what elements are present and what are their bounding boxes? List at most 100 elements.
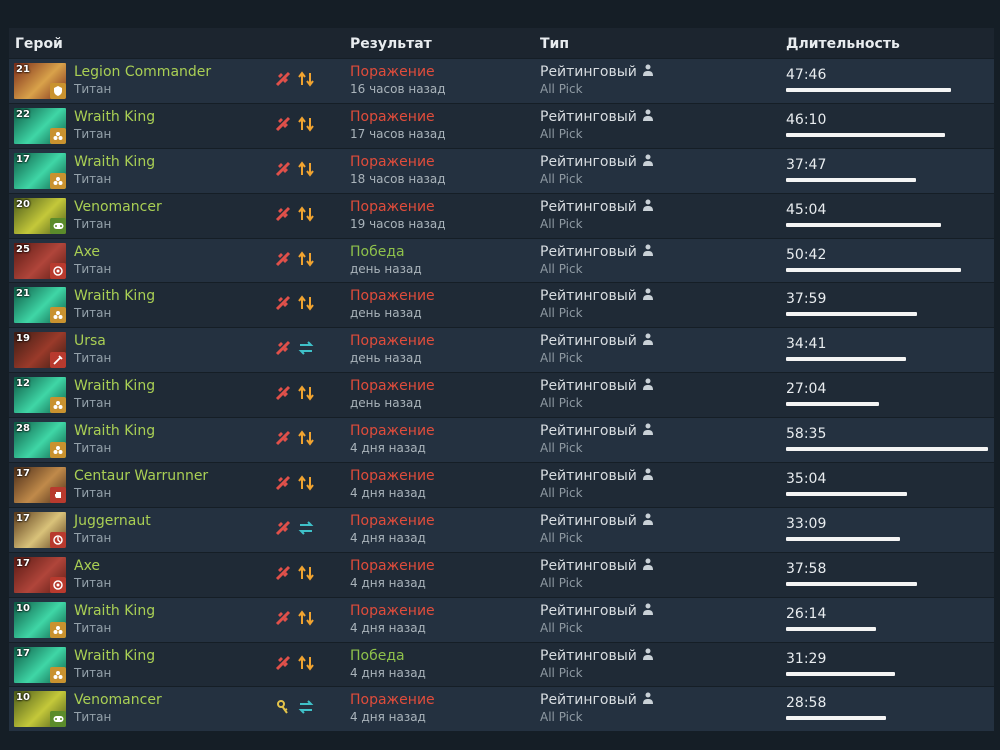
match-row[interactable]: 21 Wraith King Титан Поражение день наза… xyxy=(9,282,994,328)
match-icons xyxy=(275,206,314,222)
match-result-link[interactable]: Поражение xyxy=(350,378,435,394)
hero-portrait[interactable]: 17 xyxy=(14,152,66,189)
match-time: день назад xyxy=(350,261,422,276)
match-row[interactable]: 28 Wraith King Титан Поражение 4 дня наз… xyxy=(9,417,994,463)
match-result-link[interactable]: Поражение xyxy=(350,423,435,439)
match-duration: 47:46 xyxy=(786,67,827,83)
match-row[interactable]: 17 Juggernaut Титан Поражение 4 дня наза… xyxy=(9,506,994,552)
support-icon xyxy=(50,621,66,638)
match-result-link[interactable]: Поражение xyxy=(350,333,435,349)
hero-rank: Титан xyxy=(74,441,112,456)
header-hero[interactable]: Герой xyxy=(15,36,63,52)
match-result-link[interactable]: Поражение xyxy=(350,468,435,484)
hero-name-link[interactable]: Wraith King xyxy=(74,603,155,619)
match-result-link[interactable]: Поражение xyxy=(350,109,435,125)
party-icon xyxy=(275,610,291,626)
hero-name-link[interactable]: Venomancer xyxy=(74,692,162,708)
target-icon xyxy=(50,576,66,593)
match-type: Рейтинговый xyxy=(540,154,653,170)
match-icons xyxy=(275,116,314,132)
hero-portrait[interactable]: 17 xyxy=(14,511,66,548)
hero-level: 17 xyxy=(16,557,30,569)
hero-level: 12 xyxy=(16,378,30,390)
header-duration[interactable]: Длительность xyxy=(786,36,900,52)
hero-portrait[interactable]: 17 xyxy=(14,556,66,593)
cycle-arrows-icon xyxy=(297,699,314,715)
match-result-link[interactable]: Поражение xyxy=(350,603,435,619)
match-icons xyxy=(275,699,314,715)
hero-rank: Титан xyxy=(74,530,112,545)
hero-portrait[interactable]: 12 xyxy=(14,377,66,414)
hero-name-link[interactable]: Axe xyxy=(74,558,100,574)
header-type[interactable]: Тип xyxy=(540,36,569,52)
match-history-panel: Герой Результат Тип Длительность 21 Legi… xyxy=(9,28,994,732)
match-icons xyxy=(275,654,314,671)
match-time: 4 дня назад xyxy=(350,486,426,501)
duration-bar xyxy=(786,267,961,272)
hero-portrait[interactable]: 20 xyxy=(14,197,66,234)
hero-name-link[interactable]: Wraith King xyxy=(74,288,155,304)
party-icon xyxy=(275,520,291,536)
match-row[interactable]: 17 Axe Титан Поражение 4 дня назад Рейти… xyxy=(9,551,994,597)
hero-name-link[interactable]: Centaur Warrunner xyxy=(74,468,208,484)
swap-arrows-icon xyxy=(297,385,314,401)
match-type: Рейтинговый xyxy=(540,64,653,80)
hero-rank: Титан xyxy=(74,665,112,680)
hero-portrait[interactable]: 25 xyxy=(14,242,66,279)
match-row[interactable]: 19 Ursa Титан Поражение день назад Рейти… xyxy=(9,327,994,373)
hero-level: 19 xyxy=(16,333,30,345)
hero-portrait[interactable]: 17 xyxy=(14,467,66,504)
hero-name-link[interactable]: Ursa xyxy=(74,333,106,349)
match-row[interactable]: 10 Venomancer Титан Поражение 4 дня наза… xyxy=(9,686,994,732)
match-row[interactable]: 12 Wraith King Титан Поражение день наза… xyxy=(9,372,994,418)
match-type-label: Рейтинговый xyxy=(540,333,637,350)
hero-portrait[interactable]: 17 xyxy=(14,646,66,683)
match-result-link[interactable]: Поражение xyxy=(350,288,435,304)
match-icons xyxy=(275,475,314,491)
person-icon xyxy=(642,513,653,529)
match-row[interactable]: 20 Venomancer Титан Поражение 19 часов н… xyxy=(9,192,994,238)
hero-name-link[interactable]: Legion Commander xyxy=(74,64,211,80)
hero-name-link[interactable]: Wraith King xyxy=(74,154,155,170)
match-duration: 34:41 xyxy=(786,336,827,353)
match-row[interactable]: 17 Centaur Warrunner Титан Поражение 4 д… xyxy=(9,462,994,507)
match-row[interactable]: 25 Axe Титан Победа день назад Рейтингов… xyxy=(9,237,994,283)
duration-bar xyxy=(786,222,941,227)
hero-portrait[interactable]: 10 xyxy=(14,691,66,728)
match-result-link[interactable]: Поражение xyxy=(350,64,435,80)
match-result-link[interactable]: Поражение xyxy=(350,558,435,574)
match-row[interactable]: 22 Wraith King Титан Поражение 17 часов … xyxy=(9,102,994,148)
hero-portrait[interactable]: 28 xyxy=(14,422,66,459)
match-duration: 33:09 xyxy=(786,515,827,532)
hero-name-link[interactable]: Wraith King xyxy=(74,423,155,439)
match-row[interactable]: 17 Wraith King Титан Поражение 18 часов … xyxy=(9,147,994,193)
header-result[interactable]: Результат xyxy=(350,36,432,52)
match-type-label: Рейтинговый xyxy=(540,423,637,440)
hero-portrait[interactable]: 19 xyxy=(14,332,66,369)
person-icon xyxy=(642,603,653,619)
hero-portrait[interactable]: 22 xyxy=(14,107,66,144)
hero-name-link[interactable]: Venomancer xyxy=(74,199,162,215)
match-row[interactable]: 10 Wraith King Титан Поражение 4 дня наз… xyxy=(9,596,994,642)
hero-rank: Титан xyxy=(74,575,112,590)
hero-name-link[interactable]: Juggernaut xyxy=(74,513,151,529)
hero-name-link[interactable]: Wraith King xyxy=(74,378,155,394)
match-result-link[interactable]: Поражение xyxy=(350,199,435,215)
party-icon xyxy=(275,251,291,267)
match-row[interactable]: 21 Legion Commander Титан Поражение 16 ч… xyxy=(9,58,994,103)
match-type-label: Рейтинговый xyxy=(540,108,637,125)
match-result-link[interactable]: Поражение xyxy=(350,154,435,170)
match-result-link[interactable]: Поражение xyxy=(350,692,435,708)
hero-portrait[interactable]: 10 xyxy=(14,601,66,638)
hero-name-link[interactable]: Wraith King xyxy=(74,648,155,664)
match-result-link[interactable]: Победа xyxy=(350,648,405,664)
match-row[interactable]: 17 Wraith King Титан Победа 4 дня назад … xyxy=(9,641,994,687)
hero-name-link[interactable]: Axe xyxy=(74,244,100,260)
hero-portrait[interactable]: 21 xyxy=(14,63,66,99)
hero-name-link[interactable]: Wraith King xyxy=(74,109,155,125)
game-mode: All Pick xyxy=(540,82,583,96)
match-result-link[interactable]: Победа xyxy=(350,244,405,260)
hero-portrait[interactable]: 21 xyxy=(14,287,66,324)
match-type: Рейтинговый xyxy=(540,199,653,215)
match-result-link[interactable]: Поражение xyxy=(350,513,435,529)
